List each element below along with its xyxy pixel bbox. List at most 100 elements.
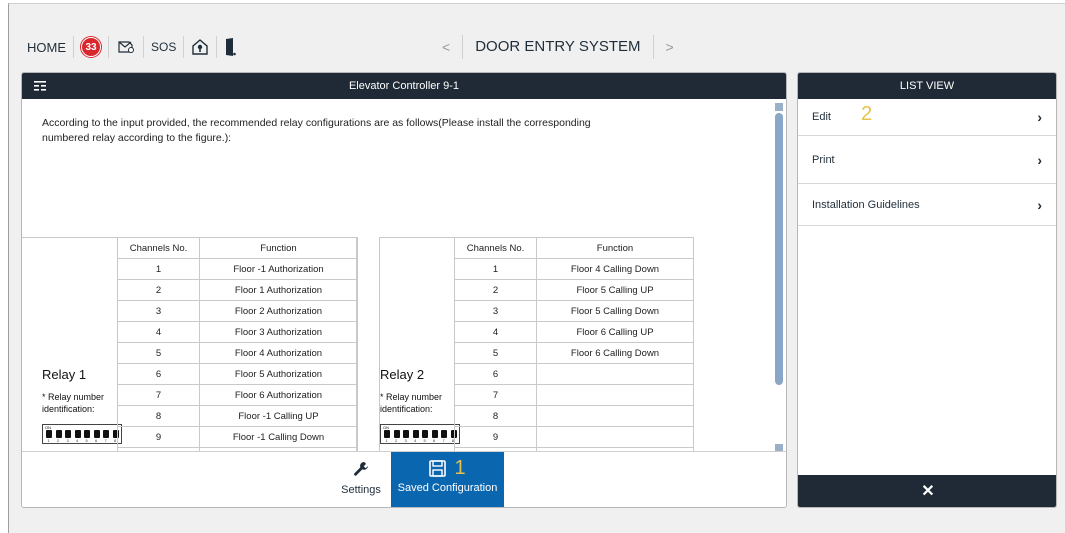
column-header-function: Function [199, 237, 358, 259]
table-row: 1 Floor -1 Authorization [117, 258, 358, 280]
dip-switch-number: 2 [395, 438, 398, 443]
list-item-print[interactable]: Print › [798, 136, 1056, 184]
channel-number-cell: 1 [117, 258, 200, 280]
dip-switch-toggle [74, 430, 81, 438]
function-cell [536, 363, 694, 385]
column-header-channel: Channels No. [454, 237, 537, 259]
list-item-edit[interactable]: Edit 2 › [798, 99, 1056, 136]
divider [183, 36, 185, 58]
dip-switch-number: 3 [66, 438, 69, 443]
function-cell: Floor -1 Calling UP [199, 405, 358, 427]
notification-badge[interactable]: 33 [81, 37, 101, 57]
door-icon[interactable] [224, 37, 237, 57]
dip-switch-toggle [412, 430, 419, 438]
next-section-button[interactable]: > [654, 39, 686, 55]
function-cell: Floor 6 Calling Down [536, 342, 694, 364]
column-header-channel: Channels No. [117, 237, 200, 259]
relay-2-note: * Relay number identification: [380, 392, 443, 414]
divider [73, 36, 74, 58]
table-row: 8 [454, 405, 694, 427]
table-row: 6 [454, 363, 694, 385]
function-cell: Floor -1 Authorization [199, 258, 358, 280]
section-title: DOOR ENTRY SYSTEM [462, 35, 654, 59]
annotation-marker: 2 [860, 102, 873, 125]
dip-switch-number: 7 [442, 438, 445, 443]
table-row: 9 Floor -1 Calling Down [117, 426, 358, 448]
previous-section-button[interactable]: < [430, 39, 462, 55]
channel-number-cell: 2 [117, 279, 200, 301]
function-cell: Floor 6 Authorization [199, 384, 358, 406]
channel-number-cell: 9 [117, 426, 200, 448]
list-item-installation-guidelines[interactable]: Installation Guidelines › [798, 184, 1056, 226]
channel-number-cell: 6 [454, 363, 537, 385]
close-button[interactable]: ✕ [798, 475, 1056, 507]
channel-number-cell: 6 [117, 363, 200, 385]
table-row: 3 Floor 2 Authorization [117, 300, 358, 322]
list-view-panel: LIST VIEW Edit 2 › Print › Installation … [797, 72, 1057, 508]
dip-switch-toggle [65, 430, 71, 438]
channel-number-cell: 4 [454, 321, 537, 343]
dip-switch-number: 6 [95, 438, 98, 443]
message-icon[interactable] [116, 39, 136, 55]
channel-number-cell: 4 [117, 321, 200, 343]
channel-number-cell: 7 [117, 384, 200, 406]
top-navigation-bar: HOME 33 SOS < DOOR ENTRY SYSTEM > [10, 28, 1055, 66]
function-cell [536, 426, 694, 448]
channel-number-cell: 3 [117, 300, 200, 322]
panel-header: Elevator Controller 9-1 [22, 73, 786, 99]
table-row: 4 Floor 6 Calling UP [454, 321, 694, 343]
table-row: 2 Floor 5 Calling UP [454, 279, 694, 301]
channel-number-cell: 8 [117, 405, 200, 427]
dip-switch-toggle [441, 430, 447, 438]
list-menu-icon[interactable] [34, 81, 46, 91]
sos-button[interactable]: SOS [151, 40, 176, 54]
list-item-label: Edit [812, 111, 831, 123]
divider [108, 36, 109, 58]
dip-switch-toggle [46, 430, 52, 438]
relay-1-label: Relay 1 [42, 367, 87, 382]
divider [216, 36, 218, 58]
table-row: 6 Floor 5 Authorization [117, 363, 358, 385]
divider [143, 36, 144, 58]
section-navigator: < DOOR ENTRY SYSTEM > [430, 28, 686, 66]
function-cell: Floor 4 Calling Down [536, 258, 694, 280]
dip-switch-toggle [393, 430, 400, 438]
panel-bottom-toolbar: Settings 1 Saved Configuration [22, 451, 786, 507]
saved-configuration-button[interactable]: 1 Saved Configuration [391, 452, 504, 507]
dip-switch-toggle [103, 430, 109, 438]
home-link[interactable]: HOME [27, 40, 66, 55]
settings-button[interactable]: Settings [332, 452, 390, 507]
function-cell: Floor 1 Authorization [199, 279, 358, 301]
wrench-icon [354, 462, 368, 476]
dip-switch-number: 4 [76, 438, 79, 443]
channel-number-cell: 5 [117, 342, 200, 364]
function-cell: Floor 5 Calling UP [536, 279, 694, 301]
table-row: 1 Floor 4 Calling Down [454, 258, 694, 280]
scrollbar-thumb[interactable] [775, 113, 783, 385]
channel-number-cell: 2 [454, 279, 537, 301]
dip-switch-toggle [84, 430, 90, 438]
elevator-controller-panel: Elevator Controller 9-1 According to the… [21, 72, 787, 508]
dip-switch-toggle [422, 430, 428, 438]
relay-1-dip-switch: ON 1 2 3 4 5 6 7 8 [42, 424, 122, 444]
table-row: 4 Floor 3 Authorization [117, 321, 358, 343]
table-row: 5 Floor 6 Calling Down [454, 342, 694, 364]
list-view-header: LIST VIEW [798, 73, 1056, 99]
dip-switch-number: 1 [47, 438, 50, 443]
home-alert-icon[interactable] [191, 38, 209, 56]
function-cell: Floor 3 Authorization [199, 321, 358, 343]
function-cell: Floor 5 Calling Down [536, 300, 694, 322]
channel-number-cell: 1 [454, 258, 537, 280]
dip-switch-toggle [55, 430, 62, 438]
save-icon [429, 460, 447, 477]
table-row: 5 Floor 4 Authorization [117, 342, 358, 364]
scroll-up-arrow[interactable] [775, 103, 783, 111]
list-item-label: Print [812, 153, 835, 166]
chevron-right-icon: › [1037, 196, 1042, 213]
dip-switch-toggle [431, 430, 438, 438]
dip-switch-toggle [403, 430, 409, 438]
relay-1-channel-table: Channels No. Function 1 Floor -1 Authoriz… [117, 237, 358, 451]
table-row: 3 Floor 5 Calling Down [454, 300, 694, 322]
channel-number-cell: 9 [454, 426, 537, 448]
dip-switch-number: 1 [385, 438, 388, 443]
